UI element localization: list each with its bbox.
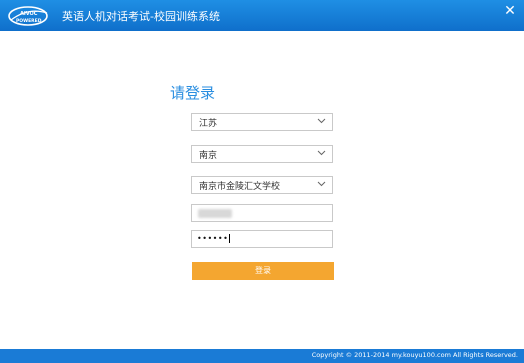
chevron-down-icon xyxy=(317,150,326,156)
close-button[interactable]: ✕ xyxy=(496,0,524,22)
username-input[interactable] xyxy=(191,204,333,222)
login-button[interactable]: 登录 xyxy=(192,262,334,280)
password-input[interactable]: •••••• xyxy=(191,230,333,248)
title-bar: AIVOC POWERED 英语人机对话考试-校园训练系统 ✕ xyxy=(0,0,524,31)
text-caret xyxy=(229,234,231,243)
password-mask: •••••• xyxy=(197,234,229,243)
password-display: •••••• xyxy=(197,234,231,243)
svg-text:POWERED: POWERED xyxy=(16,18,42,24)
city-value: 南京 xyxy=(199,151,218,161)
school-select[interactable]: 南京市金陵汇文学校 xyxy=(191,176,333,194)
province-select[interactable]: 江苏 xyxy=(191,113,333,131)
copyright-text: Copyright © 2011-2014 my.kouyu100.com Al… xyxy=(311,351,518,359)
city-select[interactable]: 南京 xyxy=(191,145,333,163)
school-value: 南京市金陵汇文学校 xyxy=(199,182,281,192)
login-heading: 请登录 xyxy=(170,84,216,102)
chevron-down-icon xyxy=(317,118,326,124)
aivoc-logo-icon: AIVOC POWERED xyxy=(8,6,48,26)
province-value: 江苏 xyxy=(199,119,218,129)
chevron-down-icon xyxy=(317,181,326,187)
footer-bar: Copyright © 2011-2014 my.kouyu100.com Al… xyxy=(0,349,524,363)
blurred-username xyxy=(198,209,232,218)
window-title: 英语人机对话考试-校园训练系统 xyxy=(62,10,220,23)
svg-text:AIVOC: AIVOC xyxy=(20,11,38,17)
